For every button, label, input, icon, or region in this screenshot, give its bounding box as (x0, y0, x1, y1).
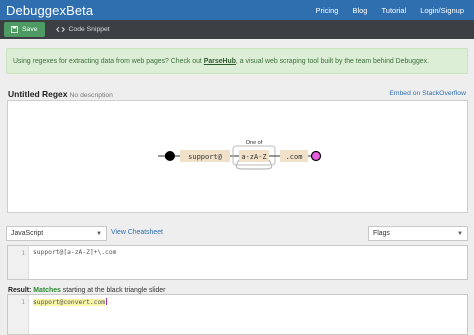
end-node (310, 150, 322, 162)
regex-description[interactable]: No description (70, 92, 113, 99)
nav-blog[interactable]: Blog (352, 6, 367, 15)
line-number: 1 (21, 250, 25, 257)
regex-editor[interactable]: 1 support@[a-zA-Z]+\.com (7, 245, 468, 280)
match-highlight: support@convert.com (33, 299, 106, 306)
test-string-input[interactable]: support@convert.com (33, 298, 107, 306)
match-status: Matches (33, 287, 61, 294)
result-message: starting at the black triangle slider (62, 287, 166, 294)
code-icon (55, 26, 65, 33)
group-label: One of (246, 140, 263, 146)
text-cursor (105, 298, 107, 305)
nav-login-signup[interactable]: Login/Signup (420, 6, 464, 15)
flags-value: Flags (373, 230, 390, 237)
parsehub-link[interactable]: ParseHub (204, 58, 236, 65)
nav-pricing[interactable]: Pricing (316, 6, 339, 15)
language-select[interactable]: JavaScript ▼ (6, 226, 107, 241)
save-button[interactable]: Save (4, 22, 45, 37)
nav-links: Pricing Blog Tutorial Login/Signup (316, 6, 474, 15)
diagram-canvas: support@ One of a-zA-Z .com (158, 140, 322, 170)
nav-tutorial[interactable]: Tutorial (381, 6, 406, 15)
result-status: Result: Matches starting at the black tr… (8, 287, 165, 294)
chevron-down-icon: ▼ (457, 230, 463, 237)
save-icon (11, 26, 18, 33)
line-number: 1 (21, 299, 25, 306)
regex-title[interactable]: Untitled Regex No description (8, 89, 113, 99)
embed-stackoverflow-link[interactable]: Embed on StackOverflow (389, 90, 466, 97)
language-value: JavaScript (11, 230, 44, 237)
railroad-diagram: support@ One of a-zA-Z .com (7, 100, 468, 213)
action-bar: Save Code Snippet (0, 20, 474, 39)
chevron-down-icon: ▼ (96, 230, 102, 237)
promo-alert: Using regexes for extracting data from w… (6, 48, 468, 74)
result-label: Result: (8, 287, 32, 294)
test-string-editor[interactable]: 1 support@convert.com (7, 294, 468, 335)
alert-text: Using regexes for extracting data from w… (13, 57, 429, 65)
regex-input[interactable]: support@[a-zA-Z]+\.com (33, 249, 116, 256)
flags-select[interactable]: Flags ▼ (368, 226, 468, 241)
top-navbar: DebuggexBeta Pricing Blog Tutorial Login… (0, 0, 474, 20)
view-cheatsheet-link[interactable]: View Cheatsheet (111, 229, 163, 236)
code-snippet-button[interactable]: Code Snippet (49, 22, 117, 37)
literal-text-1: support@ (188, 153, 223, 161)
brand-logo[interactable]: DebuggexBeta (6, 3, 93, 18)
start-node (165, 151, 175, 161)
char-class-text: a-zA-Z (241, 153, 266, 161)
literal-text-2: .com (286, 153, 303, 161)
save-label: Save (22, 26, 38, 33)
code-snippet-label: Code Snippet (68, 26, 110, 33)
